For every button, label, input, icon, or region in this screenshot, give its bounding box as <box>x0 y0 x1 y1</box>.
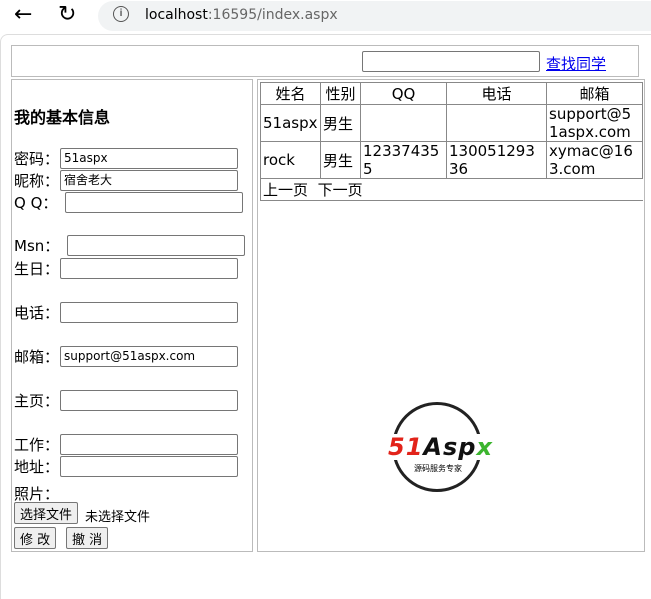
column-header: 电话 <box>446 82 547 105</box>
table-cell: 13005129336 <box>446 141 547 179</box>
browser-toolbar: ← ↻ i localhost:16595/index.aspx <box>0 0 651 34</box>
field-input[interactable] <box>60 258 238 279</box>
address-bar[interactable]: i localhost:16595/index.aspx <box>98 1 651 31</box>
field-label: 地址： <box>14 458 60 476</box>
field-input[interactable]: 51aspx <box>60 148 238 169</box>
table-cell: 男生 <box>320 141 361 179</box>
photo-label: 照片： <box>14 485 60 503</box>
info-icon: i <box>113 6 129 22</box>
field-input[interactable] <box>60 434 238 455</box>
field-label: Q Q： <box>14 194 58 212</box>
search-input[interactable] <box>362 51 540 72</box>
table-cell: 51aspx <box>260 104 321 142</box>
modify-button[interactable]: 修 改 <box>14 527 57 549</box>
back-icon[interactable]: ← <box>14 2 32 27</box>
field-label: 主页： <box>14 392 60 410</box>
field-input[interactable] <box>67 235 245 256</box>
profile-panel: 我的基本信息 密码： 51aspx 昵称： 宿舍老大 Q Q： Msn： 生日： 电话： 邮箱：… <box>11 79 253 552</box>
search-row: 查找同学 <box>11 45 639 77</box>
choose-file-button[interactable]: 选择文件 <box>14 502 79 524</box>
field-input[interactable] <box>65 192 243 213</box>
field-input[interactable] <box>60 390 238 411</box>
logo-asp: Asp <box>423 433 477 461</box>
table-cell: support@51aspx.com <box>546 104 643 142</box>
url-host: localhost <box>145 7 208 23</box>
field-input[interactable]: support@51aspx.com <box>60 346 238 367</box>
table-cell: xymac@163.com <box>546 141 643 179</box>
find-classmate-link[interactable]: 查找同学 <box>546 53 606 74</box>
logo-51: 51 <box>388 433 424 461</box>
url-path: :16595/index.aspx <box>207 7 338 23</box>
field-input[interactable] <box>60 456 238 477</box>
field-label: 邮箱： <box>14 348 60 366</box>
logo-tagline: 源码服务专家 <box>414 463 462 474</box>
column-header: 姓名 <box>260 82 321 105</box>
column-header: QQ <box>360 82 447 105</box>
table-cell <box>446 104 547 142</box>
field-label: 电话： <box>14 304 60 322</box>
field-input[interactable] <box>60 302 238 323</box>
field-label: 昵称： <box>14 172 60 190</box>
field-label: 工作： <box>14 436 60 454</box>
table-row: rock 男生 123374355 13005129336 xymac@163.com <box>260 141 643 179</box>
table-cell: 男生 <box>320 104 361 142</box>
prev-page-link[interactable]: 上一页 <box>263 181 308 199</box>
classmates-panel: 姓名 性别 QQ 电话 邮箱 51aspx 男生 support@51aspx.com roc… <box>257 79 645 552</box>
page: 查找同学 我的基本信息 密码： 51aspx 昵称： 宿舍老大 Q Q： Msn： 生日：电… <box>0 34 651 599</box>
table-row: 51aspx 男生 support@51aspx.com <box>260 104 643 142</box>
column-header: 邮箱 <box>546 82 643 105</box>
field-label: Msn： <box>14 237 60 255</box>
field-label: 生日： <box>14 260 60 278</box>
field-input[interactable]: 宿舍老大 <box>60 170 238 191</box>
table-cell <box>360 104 447 142</box>
cancel-button[interactable]: 撤 消 <box>66 527 109 549</box>
profile-title: 我的基本信息 <box>14 108 111 127</box>
table-cell: rock <box>260 141 321 179</box>
logo-x: x <box>476 433 493 461</box>
classmates-table: 姓名 性别 QQ 电话 邮箱 51aspx 男生 support@51aspx.com roc… <box>260 82 643 201</box>
reload-icon[interactable]: ↻ <box>58 2 76 27</box>
column-header: 性别 <box>320 82 361 105</box>
next-page-link[interactable]: 下一页 <box>318 181 363 199</box>
field-label: 密码： <box>14 150 60 168</box>
file-status: 未选择文件 <box>85 510 151 525</box>
logo: 51Aspx <box>388 434 493 460</box>
table-cell: 123374355 <box>360 141 447 179</box>
